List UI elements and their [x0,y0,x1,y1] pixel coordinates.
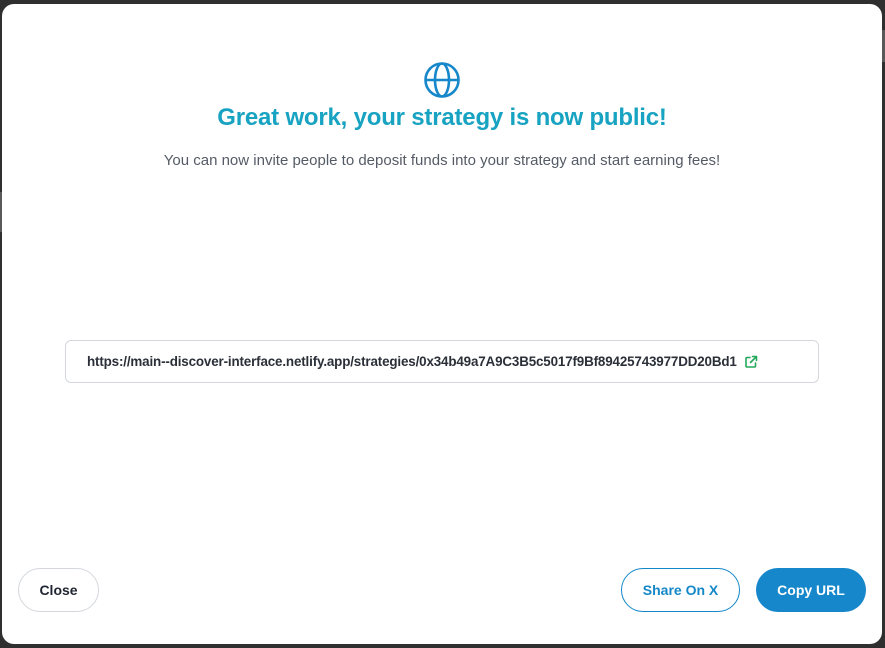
modal-title: Great work, your strategy is now public! [217,104,667,131]
copy-url-button[interactable]: Copy URL [756,568,866,612]
external-link-icon[interactable] [744,355,758,369]
globe-icon [424,62,460,98]
strategy-url-text[interactable]: https://main--discover-interface.netlify… [87,354,737,369]
close-button[interactable]: Close [18,568,99,612]
modal-subtitle: You can now invite people to deposit fun… [163,152,721,169]
strategy-url-field[interactable]: https://main--discover-interface.netlify… [65,340,819,383]
share-on-x-button[interactable]: Share On X [621,568,740,612]
share-strategy-modal: Great work, your strategy is now public!… [2,4,882,644]
